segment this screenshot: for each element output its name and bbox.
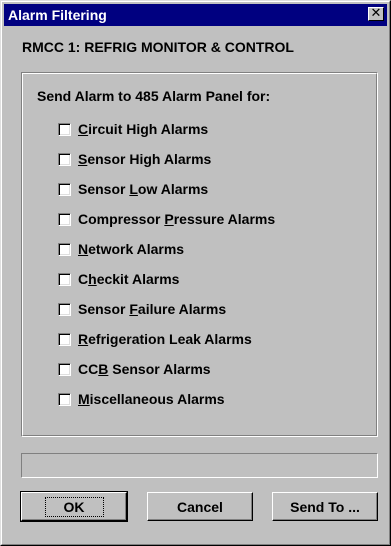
checkbox-sensor-high-alarms[interactable]: Sensor High Alarms [58,151,211,167]
label-text: efrigeration Leak Alarms [88,331,252,347]
label-text: Compressor [78,211,165,227]
checkbox-box[interactable] [58,362,71,376]
checkbox-checkit-alarms[interactable]: Checkit Alarms [58,271,179,287]
cancel-button-label: Cancel [177,498,223,515]
close-icon[interactable]: ✕ [368,7,384,21]
mnemonic-letter: B [98,361,109,377]
checkbox-box[interactable] [58,182,71,196]
mnemonic-letter: N [78,241,89,257]
checkbox-label: Compressor Pressure Alarms [78,211,275,227]
mnemonic-letter: F [129,301,138,317]
send-to-button[interactable]: Send To ... [272,492,378,521]
group-heading: Send Alarm to 485 Alarm Panel for: [37,88,271,104]
mnemonic-letter: L [129,181,138,197]
label-text: iscellaneous Alarms [89,391,225,407]
checkbox-network-alarms[interactable]: Network Alarms [58,241,184,257]
title-bar[interactable]: Alarm Filtering ✕ [4,4,387,26]
checkbox-ccb-sensor-alarms[interactable]: CCB Sensor Alarms [58,361,211,377]
label-text: eckit Alarms [96,271,180,287]
dialog-frame: Alarm Filtering ✕ RMCC 1: REFRIG MONITOR… [1,1,390,545]
label-text: CC [78,361,99,377]
checkbox-box[interactable] [58,332,71,346]
mnemonic-letter: P [164,211,174,227]
checkbox-circuit-high-alarms[interactable]: Circuit High Alarms [58,121,208,137]
checkbox-box[interactable] [58,392,71,406]
checkbox-label: Circuit High Alarms [78,121,208,137]
checkbox-compressor-pressure-alarms[interactable]: Compressor Pressure Alarms [58,211,275,227]
mnemonic-letter: C [78,121,89,137]
checkbox-refrigeration-leak-alarms[interactable]: Refrigeration Leak Alarms [58,331,252,347]
checkbox-label: Network Alarms [78,241,184,257]
checkbox-box[interactable] [58,272,71,286]
alarm-filtering-dialog: Alarm Filtering ✕ RMCC 1: REFRIG MONITOR… [0,0,391,546]
ok-button-label: OK [44,496,104,517]
send-to-button-label: Send To ... [290,498,360,515]
checkbox-box[interactable] [58,212,71,226]
checkbox-label: Sensor Failure Alarms [78,301,226,317]
checkbox-box[interactable] [58,242,71,256]
status-field [21,453,378,478]
alarm-options-group: Send Alarm to 485 Alarm Panel for: Circu… [21,72,378,437]
cancel-button[interactable]: Cancel [147,492,253,521]
device-name-label: RMCC 1: REFRIG MONITOR & CONTROL [22,39,294,55]
checkbox-box[interactable] [58,152,71,166]
label-text: ailure Alarms [137,301,227,317]
label-text: C [78,271,89,287]
label-text: ensor High Alarms [87,151,212,167]
checkbox-label: Sensor High Alarms [78,151,211,167]
label-text: ircuit High Alarms [88,121,209,137]
checkbox-label: Checkit Alarms [78,271,179,287]
checkbox-label: Refrigeration Leak Alarms [78,331,252,347]
group-box-frame: Send Alarm to 485 Alarm Panel for: Circu… [22,73,377,436]
label-text: Sensor Alarms [108,361,211,377]
window-title: Alarm Filtering [8,7,107,23]
label-text: etwork Alarms [88,241,185,257]
checkbox-sensor-failure-alarms[interactable]: Sensor Failure Alarms [58,301,226,317]
checkbox-sensor-low-alarms[interactable]: Sensor Low Alarms [58,181,208,197]
ok-button[interactable]: OK [20,491,128,522]
mnemonic-letter: R [78,331,89,347]
label-text: Sensor [78,181,130,197]
mnemonic-letter: h [88,271,97,287]
checkbox-miscellaneous-alarms[interactable]: Miscellaneous Alarms [58,391,225,407]
label-text: Sensor [78,301,130,317]
mnemonic-letter: S [78,151,88,167]
checkbox-label: Miscellaneous Alarms [78,391,225,407]
checkbox-label: CCB Sensor Alarms [78,361,211,377]
mnemonic-letter: M [78,391,90,407]
label-text: ressure Alarms [173,211,276,227]
label-text: ow Alarms [137,181,209,197]
checkbox-box[interactable] [58,302,71,316]
checkbox-box[interactable] [58,122,71,136]
checkbox-label: Sensor Low Alarms [78,181,208,197]
